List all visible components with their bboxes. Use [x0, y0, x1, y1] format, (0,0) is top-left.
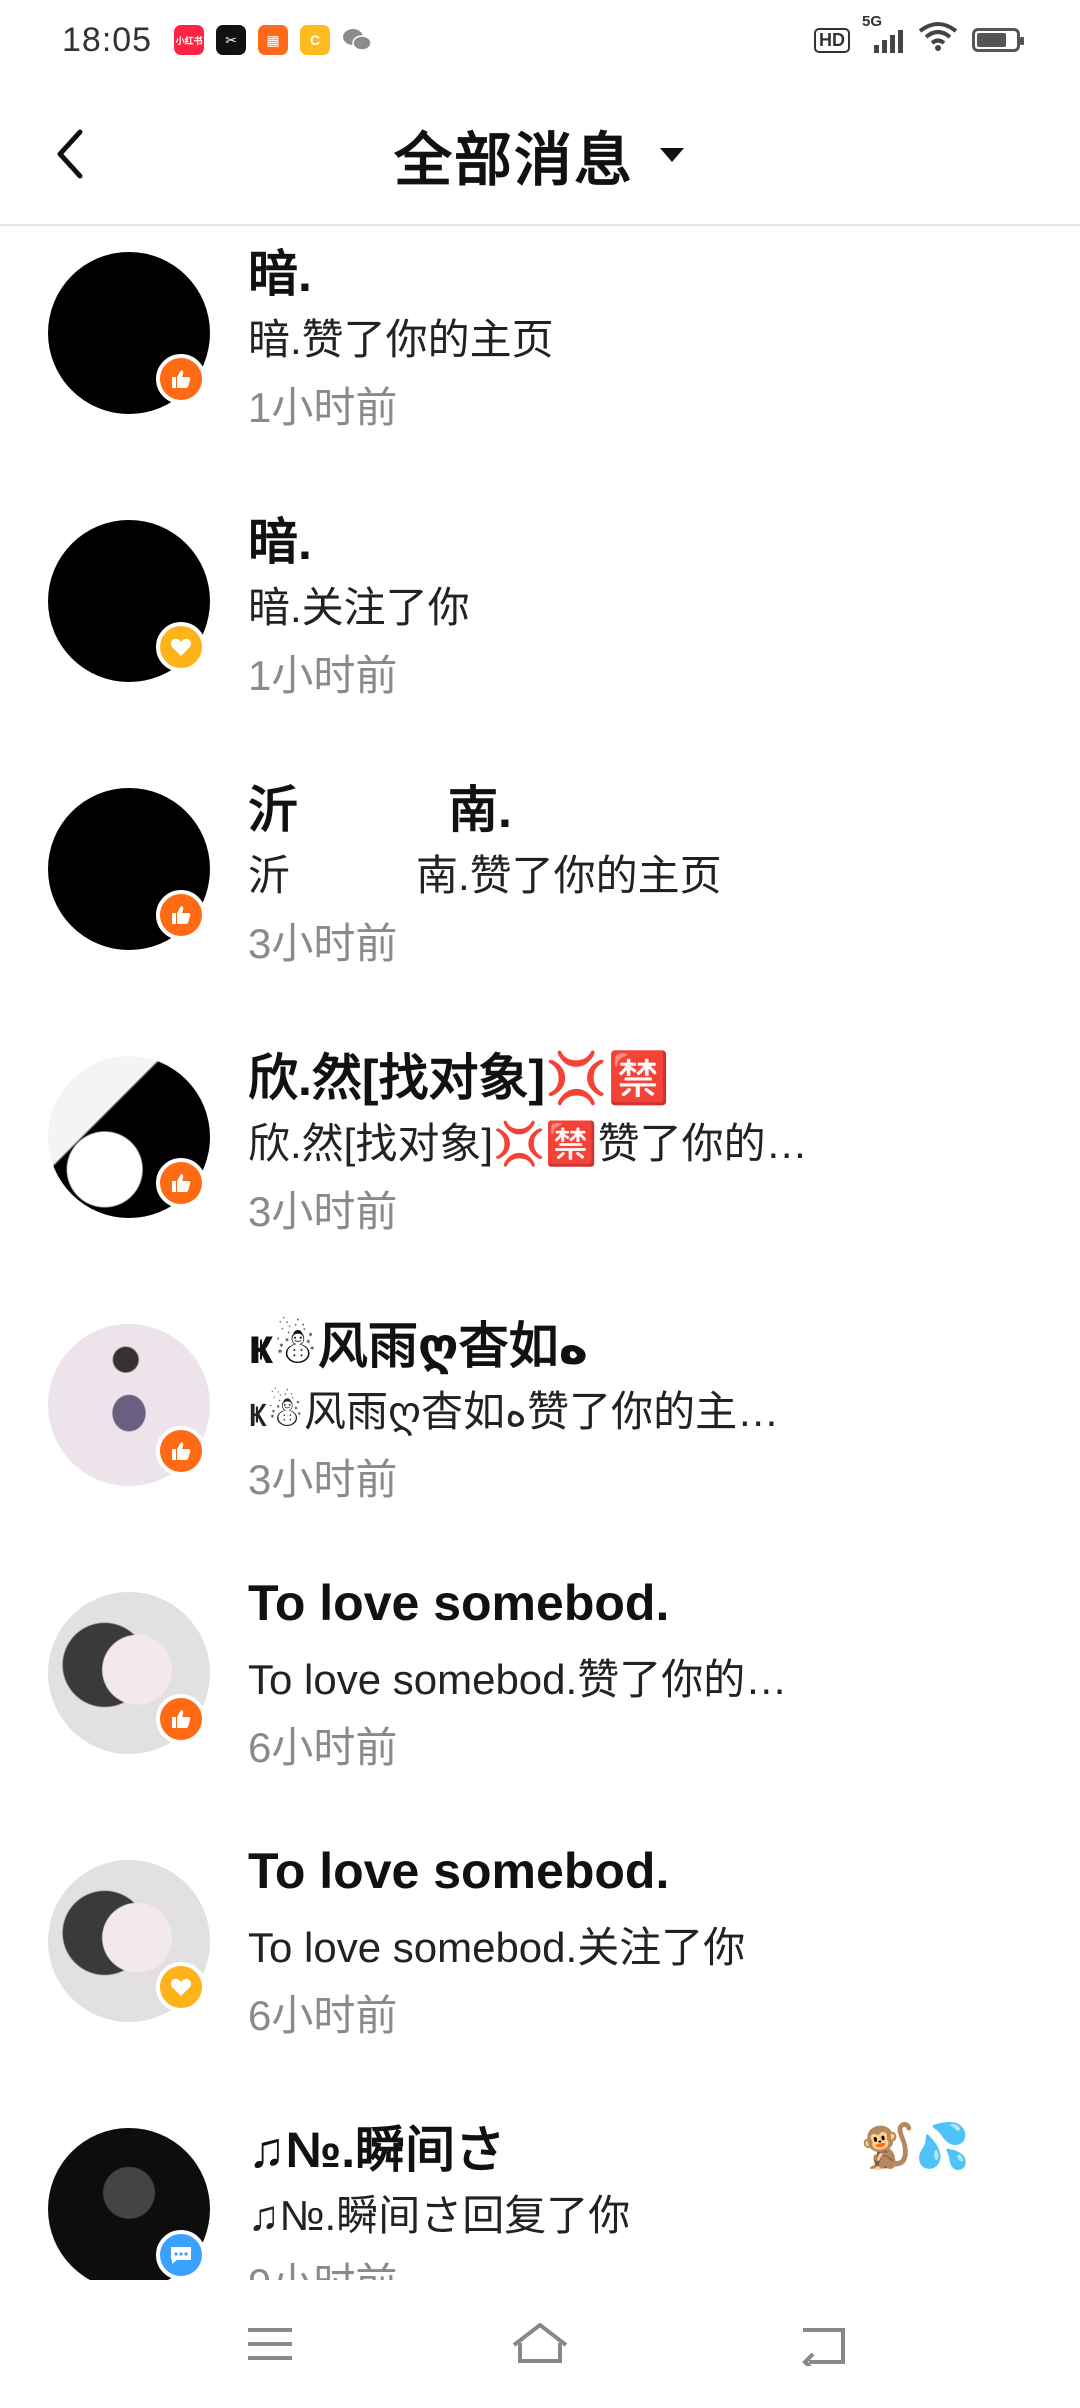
wechat-icon	[342, 25, 372, 55]
sender-name[interactable]: To love somebod.	[248, 1842, 669, 1900]
menu-icon	[248, 2328, 292, 2360]
message-item[interactable]: To love somebod. To love somebod.赞了你的… 6小时…	[0, 1568, 1080, 1836]
menu-button[interactable]	[230, 2312, 310, 2376]
capcut-icon: ✂	[216, 25, 247, 55]
message-item[interactable]: ҝ☃风雨ღ杳如ه ҝ☃风雨ღ杳如ه赞了你的主… 3小时前	[0, 1300, 1080, 1568]
header: 全部消息	[0, 80, 1080, 226]
return-button[interactable]	[785, 2312, 865, 2376]
sender-name[interactable]: To love somebod.	[248, 1574, 669, 1632]
message-item[interactable]: ♫№.瞬间さ ♫№.瞬间さ回复了你 9小时前 🐒💦	[0, 2104, 1080, 2280]
sender-name[interactable]: ҝ☃风雨ღ杳如ه	[248, 1306, 588, 1378]
message-item[interactable]: To love somebod. To love somebod.关注了你 6小时前	[0, 1836, 1080, 2104]
message-filter-dropdown[interactable]: 全部消息	[0, 110, 1080, 200]
message-time: 6小时前	[248, 1992, 398, 2039]
message-time: 9小时前	[248, 2250, 397, 2280]
xiaohongshu-icon: 小红书	[174, 25, 205, 55]
sender-name[interactable]: ♫№.瞬间さ	[248, 2110, 505, 2182]
orange-app-icon: ▦	[258, 25, 289, 55]
message-text: ҝ☃风雨ღ杳如ه赞了你的主…	[248, 1388, 780, 1435]
message-text: 暗.关注了你	[248, 584, 470, 631]
sender-name[interactable]: 暗.	[248, 234, 312, 306]
home-icon	[512, 2323, 568, 2363]
message-item[interactable]: 暗. 暗.关注了你 1小时前	[0, 496, 1080, 764]
sender-name[interactable]: 暗.	[248, 502, 312, 574]
message-time: 3小时前	[248, 1456, 398, 1503]
message-text: ♫№.瞬间さ回复了你	[248, 2192, 631, 2239]
thumbs-up-icon	[156, 354, 206, 404]
message-text: To love somebod.关注了你	[248, 1924, 746, 1971]
message-time: 3小时前	[248, 920, 398, 967]
sender-name[interactable]: 欣.然[找对象]💢🈲	[248, 1038, 670, 1110]
message-time: 3小时前	[248, 1188, 398, 1235]
message-text: 暗.赞了你的主页	[248, 316, 554, 363]
message-item[interactable]: 暗. 暗.赞了你的主页 1小时前	[0, 228, 1080, 496]
yellow-app-icon: C	[300, 25, 331, 55]
home-button[interactable]	[500, 2312, 580, 2376]
message-time: 1小时前	[248, 384, 398, 431]
thumbs-up-icon	[156, 1426, 206, 1476]
status-app-icons: 小红书 ✂ ▦ C	[174, 25, 372, 55]
status-indicators: HD 5G	[814, 13, 1024, 60]
message-time: 1小时前	[248, 652, 398, 699]
heart-icon	[156, 1962, 206, 2012]
message-text: 欣.然[找对象]💢🈲赞了你的…	[248, 1120, 808, 1167]
message-list: 暗. 暗.赞了你的主页 1小时前 暗. 暗.关注了你 1小时前沂 南. 沂 南.赞了你的主页…	[0, 228, 1080, 2280]
battery-icon	[972, 28, 1024, 52]
trailing-emoji: 🐒💦	[860, 2122, 970, 2171]
heart-icon	[156, 622, 206, 672]
page-title: 全部消息	[393, 128, 634, 193]
return-icon	[802, 2328, 845, 2366]
signal-icon: 5G	[862, 13, 904, 53]
status-time: 18:05	[62, 20, 153, 59]
network-type: 5G	[862, 13, 883, 30]
system-nav-bar	[0, 2282, 1080, 2408]
message-time: 6小时前	[248, 1724, 398, 1771]
wifi-icon	[918, 21, 958, 60]
message-text: 沂 南.赞了你的主页	[248, 852, 722, 899]
thumbs-up-icon	[156, 1158, 206, 1208]
thumbs-up-icon	[156, 890, 206, 940]
message-item[interactable]: 沂 南. 沂 南.赞了你的主页 3小时前	[0, 764, 1080, 1032]
message-text: To love somebod.赞了你的…	[248, 1656, 788, 1703]
caret-down-icon	[658, 146, 686, 164]
sender-name[interactable]: 沂 南.	[248, 770, 512, 842]
hd-indicator: HD	[814, 27, 850, 53]
message-item[interactable]: 欣.然[找对象]💢🈲 欣.然[找对象]💢🈲赞了你的… 3小时前	[0, 1032, 1080, 1300]
thumbs-up-icon	[156, 1694, 206, 1744]
chat-bubble-icon	[156, 2230, 206, 2280]
status-bar: 18:05 小红书 ✂ ▦ C HD 5G	[0, 0, 1080, 80]
